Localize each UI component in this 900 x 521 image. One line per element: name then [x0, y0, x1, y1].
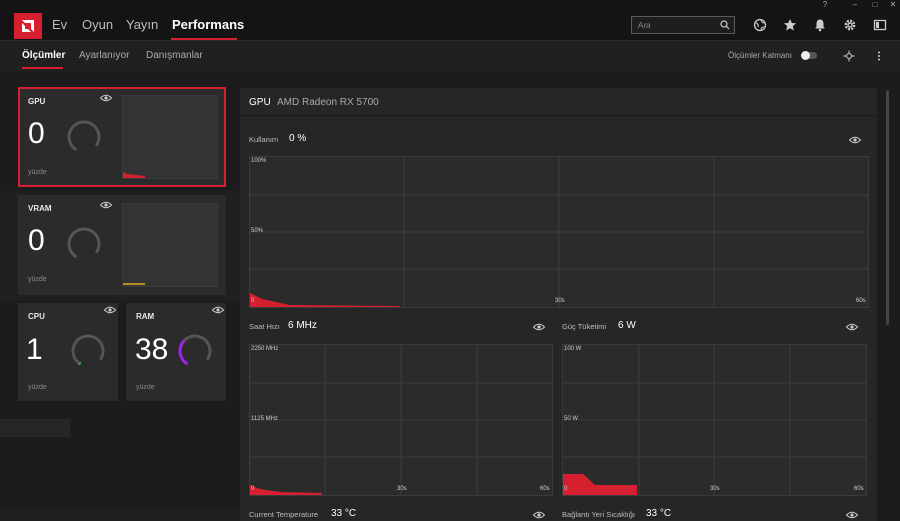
ram-metric-card[interactable]: RAM 38 yüzde — [126, 303, 226, 401]
clock-y-max: 2250 MHz — [251, 346, 279, 352]
window-titlebar: ? – □ ✕ — [0, 0, 900, 10]
clock-y-mid: 1125 MHz — [251, 416, 278, 422]
active-subtab-indicator — [22, 67, 63, 69]
globe-icon[interactable] — [753, 18, 767, 32]
eye-icon[interactable] — [212, 306, 224, 314]
bell-icon[interactable] — [813, 18, 827, 32]
usage-y-min: 0 — [251, 298, 255, 304]
help-icon[interactable]: ? — [818, 0, 832, 10]
power-label: Güç Tüketimi — [562, 322, 607, 331]
clock-y-min: 0 — [251, 486, 255, 492]
tab-oyun[interactable]: Oyun — [82, 17, 113, 32]
top-navigation: Ev Oyun Yayın Performans — [0, 10, 900, 40]
eye-icon[interactable] — [533, 323, 545, 331]
gear-icon[interactable] — [843, 18, 857, 32]
power-y-min: 0 — [564, 486, 568, 492]
close-icon[interactable]: ✕ — [886, 0, 900, 10]
eye-icon[interactable] — [846, 511, 858, 519]
power-x-mid: 30s — [710, 486, 720, 492]
panel-header: GPU AMD Radeon RX 5700 — [240, 88, 877, 116]
vram-label: VRAM — [28, 204, 52, 213]
crosshair-icon[interactable] — [843, 50, 855, 62]
eye-icon[interactable] — [849, 136, 861, 144]
junction-temperature-value: 33 °C — [646, 508, 672, 519]
clock-x-max: 60s — [540, 486, 550, 492]
background-panel — [0, 509, 240, 521]
power-y-mid: 50 W — [564, 416, 579, 422]
temperature-value: 33 °C — [331, 508, 357, 519]
overlay-toggle[interactable] — [801, 51, 817, 60]
panel-title: GPU — [249, 97, 271, 108]
overlay-label: Ölçümler Katmanı — [728, 51, 793, 60]
search-icon[interactable] — [720, 20, 730, 30]
clock-value: 6 MHz — [288, 320, 317, 331]
gpu-label: GPU — [28, 97, 46, 106]
gpu-value: 0 — [28, 117, 45, 150]
power-y-max: 100 W — [564, 346, 582, 352]
sub-navigation: Ölçümler Ayarlanıyor Danışmanlar Ölçümle… — [0, 40, 900, 71]
search-box[interactable] — [631, 16, 735, 34]
cpu-unit: yüzde — [28, 384, 47, 391]
panel-toggle-icon[interactable] — [873, 18, 887, 32]
temperature-label: Current Temperature — [249, 510, 319, 519]
metrics-content: GPU 0 yüzde VRAM 0 yüzde CPU 1 yüzde RAM… — [0, 71, 900, 521]
power-graph: 100 W 50 W 0 30s 60s — [562, 344, 867, 496]
background-panel — [0, 419, 70, 437]
clock-x-mid: 30s — [397, 486, 407, 492]
tab-performans[interactable]: Performans — [172, 17, 244, 32]
minimize-icon[interactable]: – — [848, 0, 862, 10]
search-input[interactable] — [638, 18, 716, 32]
usage-y-mid: 50% — [251, 228, 264, 234]
gpu-detail-panel: GPU AMD Radeon RX 5700 Kullanım 0 % 100%… — [240, 88, 877, 521]
usage-label: Kullanım — [249, 135, 279, 144]
eye-icon[interactable] — [104, 306, 116, 314]
scrollbar[interactable] — [886, 90, 889, 325]
gpu-gauge — [67, 120, 101, 154]
clock-graph: 2250 MHz 1125 MHz 0 30s 60s — [249, 344, 553, 496]
subtab-ayarlaniyor[interactable]: Ayarlanıyor — [79, 50, 129, 61]
more-options-icon[interactable] — [873, 50, 885, 62]
maximize-icon[interactable]: □ — [868, 0, 882, 10]
cpu-label: CPU — [28, 312, 45, 321]
subtab-olcumler[interactable]: Ölçümler — [22, 50, 65, 61]
ram-unit: yüzde — [136, 384, 155, 391]
eye-icon[interactable] — [533, 511, 545, 519]
power-x-max: 60s — [854, 486, 864, 492]
cpu-metric-card[interactable]: CPU 1 yüzde — [18, 303, 118, 401]
gpu-mini-graph — [122, 95, 218, 179]
eye-icon[interactable] — [100, 201, 112, 209]
eye-icon[interactable] — [846, 323, 858, 331]
usage-graph: 100% 50% 0 30s 60s — [249, 156, 869, 308]
junction-temperature-label: Bağlantı Yeri Sıcaklığı — [562, 510, 635, 519]
vram-value: 0 — [28, 224, 45, 257]
power-value: 6 W — [618, 320, 636, 331]
vram-mini-graph — [122, 203, 218, 287]
ram-gauge — [178, 334, 212, 368]
cpu-gauge — [71, 334, 105, 368]
clock-label: Saat Hızı — [249, 322, 280, 331]
gpu-device-name: AMD Radeon RX 5700 — [277, 97, 379, 108]
amd-logo[interactable] — [14, 13, 42, 39]
gpu-metric-card[interactable]: GPU 0 yüzde — [18, 87, 226, 187]
usage-x-mid: 30s — [555, 298, 565, 304]
eye-icon[interactable] — [100, 94, 112, 102]
vram-metric-card[interactable]: VRAM 0 yüzde — [18, 195, 226, 295]
ram-label: RAM — [136, 312, 155, 321]
usage-value: 0 % — [289, 133, 307, 144]
cpu-value: 1 — [26, 333, 43, 366]
vram-gauge — [67, 227, 101, 261]
tab-yayin[interactable]: Yayın — [126, 17, 158, 32]
vram-unit: yüzde — [28, 276, 47, 283]
tab-ev[interactable]: Ev — [52, 17, 67, 32]
subtab-danismanlar[interactable]: Danışmanlar — [146, 50, 203, 61]
usage-y-max: 100% — [251, 158, 267, 164]
ram-value: 38 — [135, 333, 169, 366]
usage-x-max: 60s — [856, 298, 866, 304]
star-icon[interactable] — [783, 18, 797, 32]
gpu-unit: yüzde — [28, 169, 47, 176]
